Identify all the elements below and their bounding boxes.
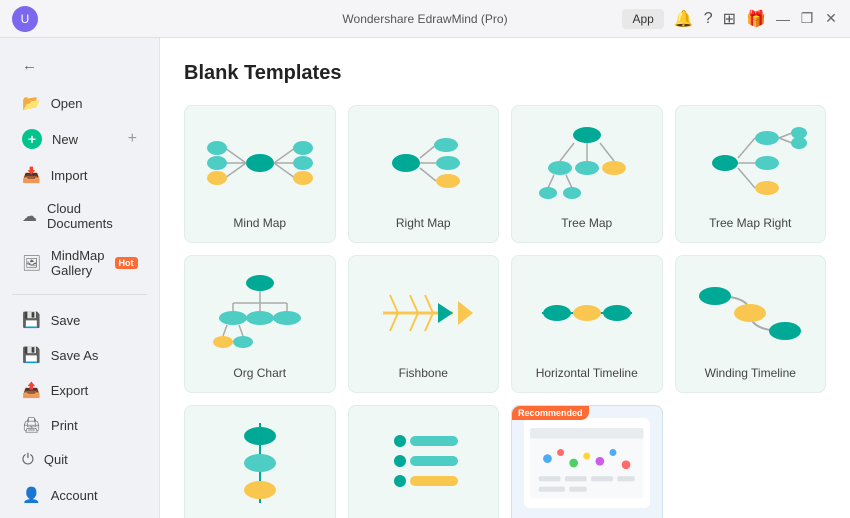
sidebar-top: ← 📂 Open + New + 📥 Import ☁ Cloud Docume… (0, 48, 159, 477)
new-label: New (52, 132, 78, 147)
template-tree-map[interactable]: Tree Map (511, 105, 663, 243)
template-w-timeline[interactable]: Winding Timeline (675, 255, 827, 393)
titlebar-controls: App 🔔 ? ⊞ 🎁 — ❐ ✕ (622, 9, 838, 29)
tree-map-right-preview (688, 118, 814, 208)
template-fishbone[interactable]: Fishbone (348, 255, 500, 393)
template-right-map[interactable]: Right Map (348, 105, 500, 243)
tree-map-name: Tree Map (561, 216, 612, 230)
user-avatar[interactable]: U (12, 6, 38, 32)
template-tree-map-right[interactable]: Tree Map Right (675, 105, 827, 243)
titlebar-left: U (12, 6, 38, 32)
template-org-chart[interactable]: Org Chart (184, 255, 336, 393)
print-icon: 🖨 (22, 416, 41, 434)
gallery-label: MindMap Gallery (51, 248, 104, 278)
fishbone-preview (361, 268, 487, 358)
template-mind-map[interactable]: Mind Map (184, 105, 336, 243)
template-v-timeline[interactable]: Vertical Timeline (184, 405, 336, 518)
new-dot-icon: + (22, 129, 42, 149)
right-map-preview (361, 118, 487, 208)
gift-icon[interactable]: 🎁 (746, 9, 766, 29)
app-title: Wondershare EdrawMind (Pro) (342, 12, 507, 26)
sidebar-bottom: 👤 Account ⚙ Options (0, 477, 159, 518)
mind-map-name: Mind Map (233, 216, 286, 230)
bell-icon[interactable]: 🔔 (674, 9, 694, 29)
minimize-button[interactable]: — (776, 12, 790, 26)
edrawmax-preview (524, 418, 650, 508)
gallery-icon: 🖼 (22, 254, 41, 272)
template-edrawmax[interactable]: Recommended (511, 405, 663, 518)
apps-icon[interactable]: ⊞ (723, 9, 736, 29)
cloud-label: Cloud Documents (47, 201, 137, 231)
sidebar-item-export[interactable]: 📤 Export (6, 373, 153, 407)
org-chart-preview (197, 268, 323, 358)
sidebar-item-save-as[interactable]: 💾 Save As (6, 338, 153, 372)
sidebar-item-import[interactable]: 📥 Import (6, 158, 153, 192)
titlebar: U Wondershare EdrawMind (Pro) App 🔔 ? ⊞ … (0, 0, 850, 38)
sidebar-item-save[interactable]: 💾 Save (6, 303, 153, 337)
help-icon[interactable]: ? (704, 10, 713, 28)
sidebar-item-options[interactable]: ⚙ Options (6, 513, 153, 518)
templates-grid: Mind Map Right Map (184, 105, 826, 518)
h-timeline-name: Horizontal Timeline (536, 366, 638, 380)
import-label: Import (51, 168, 88, 183)
save-icon: 💾 (22, 311, 41, 329)
account-label: Account (51, 488, 98, 503)
main-layout: ← 📂 Open + New + 📥 Import ☁ Cloud Docume… (0, 38, 850, 518)
back-icon: ← (22, 57, 37, 74)
sidebar-item-open[interactable]: 📂 Open (6, 86, 153, 120)
page-title: Blank Templates (184, 62, 826, 85)
app-button[interactable]: App (622, 9, 663, 29)
mind-map-preview (197, 118, 323, 208)
outliner-preview (361, 418, 487, 508)
sidebar-item-print[interactable]: 🖨 Print (6, 408, 153, 442)
sidebar-divider (12, 294, 147, 295)
sidebar-item-account[interactable]: 👤 Account (6, 478, 153, 512)
w-timeline-name: Winding Timeline (705, 366, 796, 380)
right-map-name: Right Map (396, 216, 451, 230)
template-h-timeline[interactable]: Horizontal Timeline (511, 255, 663, 393)
maximize-button[interactable]: ❐ (800, 12, 814, 26)
fishbone-name: Fishbone (399, 366, 448, 380)
sidebar-item-gallery[interactable]: 🖼 MindMap Gallery Hot (6, 240, 153, 286)
org-chart-name: Org Chart (233, 366, 286, 380)
export-label: Export (51, 383, 89, 398)
quit-icon: ⏻ (22, 451, 34, 468)
v-timeline-preview (197, 418, 323, 508)
recommended-badge: Recommended (512, 406, 589, 420)
import-icon: 📥 (22, 166, 41, 184)
tree-map-right-name: Tree Map Right (709, 216, 791, 230)
open-icon: 📂 (22, 94, 41, 112)
new-plus-icon: + (128, 130, 137, 148)
save-label: Save (51, 313, 81, 328)
open-label: Open (51, 96, 83, 111)
sidebar-item-quit[interactable]: ⏻ Quit (6, 443, 153, 476)
h-timeline-preview (524, 268, 650, 358)
hot-badge: Hot (115, 257, 138, 269)
sidebar-item-new[interactable]: + New + (6, 121, 153, 157)
export-icon: 📤 (22, 381, 41, 399)
save-as-label: Save As (51, 348, 99, 363)
print-label: Print (51, 418, 78, 433)
template-outliner[interactable]: Outliner (348, 405, 500, 518)
w-timeline-preview (688, 268, 814, 358)
content-area: Blank Templates (160, 38, 850, 518)
back-button[interactable]: ← (6, 49, 153, 82)
sidebar-item-cloud[interactable]: ☁ Cloud Documents (6, 193, 153, 239)
save-as-icon: 💾 (22, 346, 41, 364)
quit-label: Quit (44, 452, 68, 467)
tree-map-preview (524, 118, 650, 208)
close-button[interactable]: ✕ (824, 12, 838, 26)
sidebar: ← 📂 Open + New + 📥 Import ☁ Cloud Docume… (0, 38, 160, 518)
cloud-icon: ☁ (22, 207, 37, 225)
account-icon: 👤 (22, 486, 41, 504)
